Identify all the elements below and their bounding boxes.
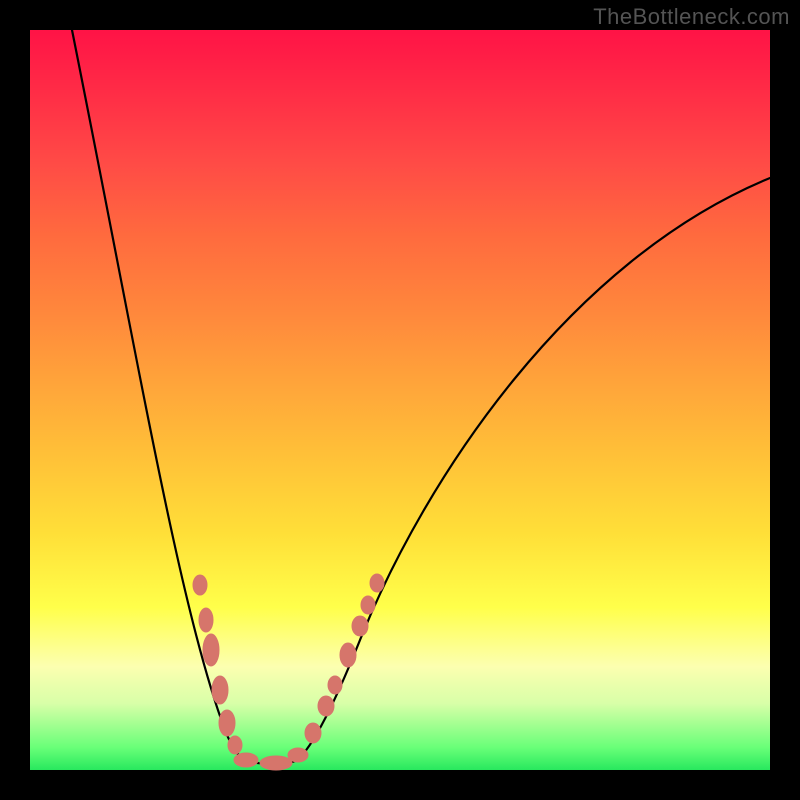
chart-svg	[30, 30, 770, 770]
data-marker	[260, 756, 292, 770]
chart-frame: TheBottleneck.com	[0, 0, 800, 800]
data-marker	[361, 596, 375, 614]
data-marker	[199, 608, 213, 632]
data-marker	[212, 676, 228, 704]
data-marker	[234, 753, 258, 767]
plot-area	[30, 30, 770, 770]
data-marker	[203, 634, 219, 666]
data-marker	[370, 574, 384, 592]
data-marker	[193, 575, 207, 595]
data-marker	[219, 710, 235, 736]
bottleneck-curve	[72, 30, 770, 764]
data-marker	[305, 723, 321, 743]
data-marker	[228, 736, 242, 754]
data-marker	[288, 748, 308, 762]
data-marker	[352, 616, 368, 636]
data-marker	[318, 696, 334, 716]
marker-group	[193, 574, 384, 770]
watermark-text: TheBottleneck.com	[593, 4, 790, 30]
data-marker	[328, 676, 342, 694]
data-marker	[340, 643, 356, 667]
